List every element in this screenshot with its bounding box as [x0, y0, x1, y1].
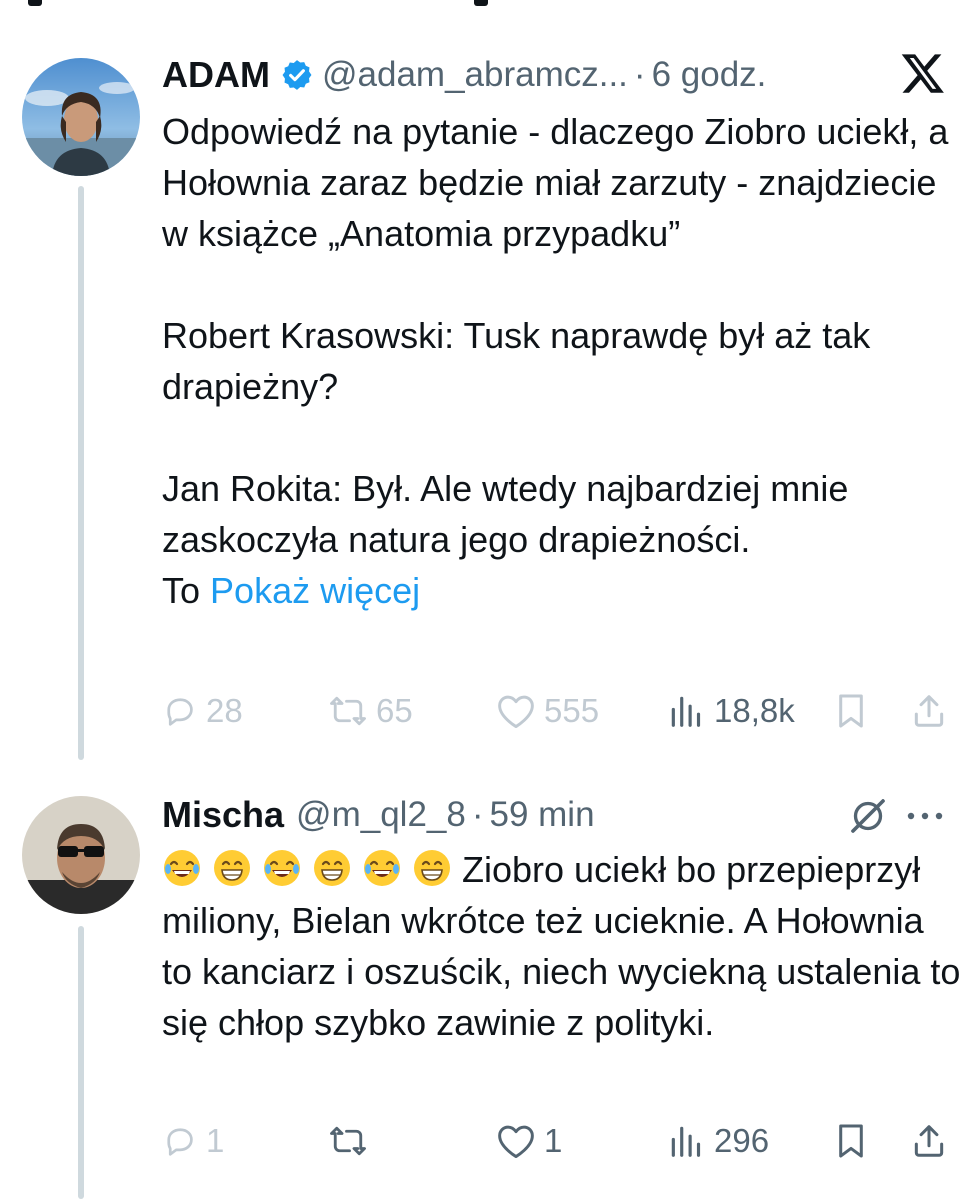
reply-button[interactable]: 1 [162, 1116, 224, 1166]
bookmark-icon [839, 694, 863, 728]
bookmark-button[interactable] [832, 1116, 870, 1166]
author-handle[interactable]: @m_ql2_8 [296, 795, 466, 835]
emoji-laughing-icon [262, 848, 302, 888]
bookmark-button[interactable] [832, 686, 870, 736]
author-handle[interactable]: @adam_abramcz... [322, 55, 628, 95]
verified-badge-icon [282, 60, 312, 90]
tweet-text: Ziobro uciekł bo przepieprzył miliony, B… [162, 844, 962, 1048]
avatar[interactable] [22, 58, 140, 176]
bookmark-icon [839, 1124, 863, 1158]
author-name[interactable]: ADAM [162, 54, 270, 96]
views-count: 18,8k [714, 692, 795, 729]
tweet-text: Odpowiedź na pytanie - dlaczego Ziobro u… [162, 106, 962, 616]
emoji-grin-icon [212, 848, 252, 888]
tweet-paragraph: Jan Rokita: Był. Ale wtedy najbardziej m… [162, 468, 849, 560]
repost-icon [330, 696, 366, 726]
like-button[interactable]: 1 [496, 1116, 562, 1166]
x-logo-icon [901, 54, 944, 93]
separator-dot: · [633, 55, 646, 94]
tweet-reply[interactable]: Mischa @m_ql2_8 · 59 min Ziobro uciekł b… [0, 760, 980, 1199]
avatar[interactable] [22, 796, 140, 914]
reply-icon [167, 1128, 193, 1156]
repost-count: 65 [376, 692, 413, 729]
tweet-timestamp[interactable]: 6 godz. [652, 55, 767, 95]
more-icon[interactable] [902, 806, 948, 826]
repost-button[interactable] [328, 1116, 376, 1166]
like-icon [498, 1125, 534, 1159]
share-icon [914, 695, 944, 727]
share-button[interactable] [910, 686, 948, 736]
tweet-actions: 28 65 555 18,8k [160, 686, 960, 736]
reply-count: 28 [206, 692, 243, 729]
views-count: 296 [714, 1122, 770, 1159]
emoji-laughing-icon [362, 848, 402, 888]
reply-count: 1 [206, 1122, 225, 1159]
views-button[interactable]: 296 [666, 1116, 769, 1166]
repost-icon [330, 1126, 366, 1156]
like-button[interactable]: 555 [496, 686, 599, 736]
tweet-actions: 1 1 296 [160, 1116, 960, 1166]
views-icon [671, 1126, 701, 1157]
tweet-header: Mischa @m_ql2_8 · 59 min [162, 792, 595, 838]
reply-button[interactable]: 28 [162, 686, 243, 736]
tweet-paragraph: Robert Krasowski: Tusk naprawdę był aż t… [162, 315, 871, 407]
thread-connector-line [78, 186, 84, 760]
emoji-laughing-icon [162, 848, 202, 888]
show-more-link[interactable]: Pokaż więcej [210, 570, 420, 611]
tweet-timestamp[interactable]: 59 min [490, 795, 595, 835]
views-button[interactable]: 18,8k [666, 686, 795, 736]
separator-dot: · [471, 795, 484, 834]
tweet-header: ADAM @adam_abramcz... · 6 godz. [162, 52, 766, 98]
grok-icon[interactable] [848, 796, 888, 836]
tweet-main[interactable]: ADAM @adam_abramcz... · 6 godz. Odpowied… [0, 0, 980, 760]
share-icon [914, 1125, 944, 1157]
repost-button[interactable]: 65 [328, 686, 413, 736]
reply-icon [167, 698, 193, 726]
truncated-text: To [162, 570, 201, 611]
emoji-grin-icon [312, 848, 352, 888]
author-name[interactable]: Mischa [162, 794, 284, 836]
share-button[interactable] [910, 1116, 948, 1166]
views-icon [671, 696, 701, 727]
tweet-paragraph: Odpowiedź na pytanie - dlaczego Ziobro u… [162, 111, 949, 254]
like-count: 1 [544, 1122, 563, 1159]
thread-connector-line [78, 926, 84, 1199]
emoji-grin-icon [412, 848, 452, 888]
like-icon [498, 695, 534, 729]
like-count: 555 [544, 692, 600, 729]
